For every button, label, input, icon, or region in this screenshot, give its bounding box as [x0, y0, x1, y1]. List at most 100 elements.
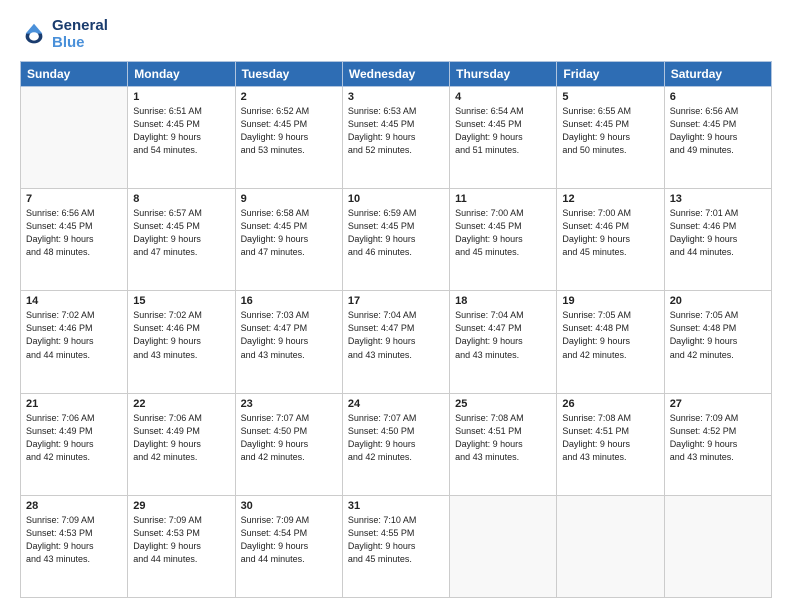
- sunset-line: Sunset: 4:47 PM: [348, 322, 444, 335]
- day-number: 11: [455, 193, 551, 205]
- week-row-2: 14Sunrise: 7:02 AMSunset: 4:46 PMDayligh…: [21, 291, 772, 393]
- sunrise-line: Sunrise: 7:09 AM: [133, 514, 229, 527]
- day-number: 8: [133, 193, 229, 205]
- logo-text: General Blue: [52, 18, 108, 51]
- day-cell-3: 3Sunrise: 6:53 AMSunset: 4:45 PMDaylight…: [342, 87, 449, 189]
- day-info: Sunrise: 6:56 AMSunset: 4:45 PMDaylight:…: [26, 207, 122, 259]
- daylight-line: Daylight: 9 hoursand 44 minutes.: [670, 233, 766, 259]
- day-number: 7: [26, 193, 122, 205]
- page: General Blue SundayMondayTuesdayWednesda…: [0, 0, 792, 612]
- header: General Blue: [20, 18, 772, 51]
- day-number: 12: [562, 193, 658, 205]
- day-cell-6: 6Sunrise: 6:56 AMSunset: 4:45 PMDaylight…: [664, 87, 771, 189]
- day-info: Sunrise: 6:53 AMSunset: 4:45 PMDaylight:…: [348, 105, 444, 157]
- day-number: 14: [26, 295, 122, 307]
- daylight-line: Daylight: 9 hoursand 49 minutes.: [670, 131, 766, 157]
- day-number: 17: [348, 295, 444, 307]
- day-number: 28: [26, 500, 122, 512]
- calendar-table: SundayMondayTuesdayWednesdayThursdayFrid…: [20, 61, 772, 598]
- day-cell-1: 1Sunrise: 6:51 AMSunset: 4:45 PMDaylight…: [128, 87, 235, 189]
- day-number: 31: [348, 500, 444, 512]
- daylight-line: Daylight: 9 hoursand 45 minutes.: [455, 233, 551, 259]
- day-info: Sunrise: 6:52 AMSunset: 4:45 PMDaylight:…: [241, 105, 337, 157]
- day-info: Sunrise: 7:00 AMSunset: 4:46 PMDaylight:…: [562, 207, 658, 259]
- day-info: Sunrise: 7:01 AMSunset: 4:46 PMDaylight:…: [670, 207, 766, 259]
- sunrise-line: Sunrise: 6:53 AM: [348, 105, 444, 118]
- day-cell-13: 13Sunrise: 7:01 AMSunset: 4:46 PMDayligh…: [664, 189, 771, 291]
- day-cell-29: 29Sunrise: 7:09 AMSunset: 4:53 PMDayligh…: [128, 495, 235, 597]
- day-number: 30: [241, 500, 337, 512]
- day-cell-31: 31 Sunrise: 7:10 AMSunset: 4:55 PMDayligh…: [342, 495, 449, 597]
- week-row-4: 28 Sunrise: 7:09 AMSunset: 4:53 PMDayligh…: [21, 495, 772, 597]
- day-info: Sunrise: 6:54 AMSunset: 4:45 PMDaylight:…: [455, 105, 551, 157]
- day-number: 27: [670, 398, 766, 410]
- day-info: Sunrise: 7:09 AMSunset: 4:53 PMDaylight:…: [26, 514, 122, 566]
- week-row-0: 1Sunrise: 6:51 AMSunset: 4:45 PMDaylight…: [21, 87, 772, 189]
- sunrise-line: Sunrise: 7:01 AM: [670, 207, 766, 220]
- day-number: 24: [348, 398, 444, 410]
- day-info: Sunrise: 7:05 AMSunset: 4:48 PMDaylight:…: [562, 309, 658, 361]
- sunrise-line: Sunrise: 7:07 AM: [241, 412, 337, 425]
- day-info: Sunrise: 7:09 AMSunset: 4:53 PMDaylight:…: [133, 514, 229, 566]
- sunset-line: Sunset: 4:45 PM: [133, 220, 229, 233]
- day-info: Sunrise: 7:00 AMSunset: 4:45 PMDaylight:…: [455, 207, 551, 259]
- sunset-line: Sunset: 4:48 PM: [562, 322, 658, 335]
- day-info: Sunrise: 7:06 AMSunset: 4:49 PMDaylight:…: [26, 412, 122, 464]
- sunset-line: Sunset: 4:50 PM: [241, 425, 337, 438]
- sunrise-line: Sunrise: 7:08 AM: [562, 412, 658, 425]
- daylight-line: Daylight: 9 hoursand 44 minutes.: [241, 540, 337, 566]
- weekday-header-thursday: Thursday: [450, 62, 557, 87]
- daylight-line: Daylight: 9 hoursand 43 minutes.: [455, 335, 551, 361]
- daylight-line: Daylight: 9 hoursand 45 minutes.: [348, 540, 444, 566]
- sunset-line: Sunset: 4:54 PM: [241, 527, 337, 540]
- day-number: 22: [133, 398, 229, 410]
- day-info: Sunrise: 6:56 AMSunset: 4:45 PMDaylight:…: [670, 105, 766, 157]
- sunset-line: Sunset: 4:45 PM: [241, 118, 337, 131]
- sunset-line: Sunset: 4:47 PM: [455, 322, 551, 335]
- day-info: Sunrise: 7:06 AMSunset: 4:49 PMDaylight:…: [133, 412, 229, 464]
- day-info: Sunrise: 7:10 AMSunset: 4:55 PMDaylight:…: [348, 514, 444, 566]
- daylight-line: Daylight: 9 hoursand 42 minutes.: [133, 438, 229, 464]
- sunset-line: Sunset: 4:48 PM: [670, 322, 766, 335]
- sunset-line: Sunset: 4:49 PM: [133, 425, 229, 438]
- sunset-line: Sunset: 4:45 PM: [562, 118, 658, 131]
- daylight-line: Daylight: 9 hoursand 50 minutes.: [562, 131, 658, 157]
- daylight-line: Daylight: 9 hoursand 43 minutes.: [348, 335, 444, 361]
- sunrise-line: Sunrise: 7:06 AM: [26, 412, 122, 425]
- sunrise-line: Sunrise: 6:51 AM: [133, 105, 229, 118]
- day-cell-23: 23Sunrise: 7:07 AMSunset: 4:50 PMDayligh…: [235, 393, 342, 495]
- day-cell-5: 5Sunrise: 6:55 AMSunset: 4:45 PMDaylight…: [557, 87, 664, 189]
- sunrise-line: Sunrise: 7:04 AM: [455, 309, 551, 322]
- day-number: 23: [241, 398, 337, 410]
- empty-cell: [557, 495, 664, 597]
- daylight-line: Daylight: 9 hoursand 43 minutes.: [26, 540, 122, 566]
- sunrise-line: Sunrise: 6:54 AM: [455, 105, 551, 118]
- day-cell-22: 22 Sunrise: 7:06 AMSunset: 4:49 PMDayligh…: [128, 393, 235, 495]
- day-cell-28: 28 Sunrise: 7:09 AMSunset: 4:53 PMDayligh…: [21, 495, 128, 597]
- sunrise-line: Sunrise: 7:00 AM: [562, 207, 658, 220]
- day-cell-2: 2Sunrise: 6:52 AMSunset: 4:45 PMDaylight…: [235, 87, 342, 189]
- day-number: 26: [562, 398, 658, 410]
- sunset-line: Sunset: 4:45 PM: [133, 118, 229, 131]
- week-row-3: 21Sunrise: 7:06 AMSunset: 4:49 PMDayligh…: [21, 393, 772, 495]
- sunset-line: Sunset: 4:46 PM: [133, 322, 229, 335]
- day-info: Sunrise: 6:57 AMSunset: 4:45 PMDaylight:…: [133, 207, 229, 259]
- empty-cell: [21, 87, 128, 189]
- day-cell-4: 4Sunrise: 6:54 AMSunset: 4:45 PMDaylight…: [450, 87, 557, 189]
- day-number: 15: [133, 295, 229, 307]
- daylight-line: Daylight: 9 hoursand 43 minutes.: [455, 438, 551, 464]
- day-cell-17: 17Sunrise: 7:04 AMSunset: 4:47 PMDayligh…: [342, 291, 449, 393]
- day-number: 16: [241, 295, 337, 307]
- sunset-line: Sunset: 4:45 PM: [348, 118, 444, 131]
- day-cell-30: 30Sunrise: 7:09 AMSunset: 4:54 PMDayligh…: [235, 495, 342, 597]
- day-info: Sunrise: 6:58 AMSunset: 4:45 PMDaylight:…: [241, 207, 337, 259]
- daylight-line: Daylight: 9 hoursand 47 minutes.: [133, 233, 229, 259]
- sunrise-line: Sunrise: 6:52 AM: [241, 105, 337, 118]
- daylight-line: Daylight: 9 hoursand 42 minutes.: [562, 335, 658, 361]
- day-cell-15: 15Sunrise: 7:02 AMSunset: 4:46 PMDayligh…: [128, 291, 235, 393]
- sunset-line: Sunset: 4:46 PM: [562, 220, 658, 233]
- day-info: Sunrise: 7:09 AMSunset: 4:52 PMDaylight:…: [670, 412, 766, 464]
- sunrise-line: Sunrise: 7:06 AM: [133, 412, 229, 425]
- weekday-header-row: SundayMondayTuesdayWednesdayThursdayFrid…: [21, 62, 772, 87]
- day-cell-16: 16Sunrise: 7:03 AMSunset: 4:47 PMDayligh…: [235, 291, 342, 393]
